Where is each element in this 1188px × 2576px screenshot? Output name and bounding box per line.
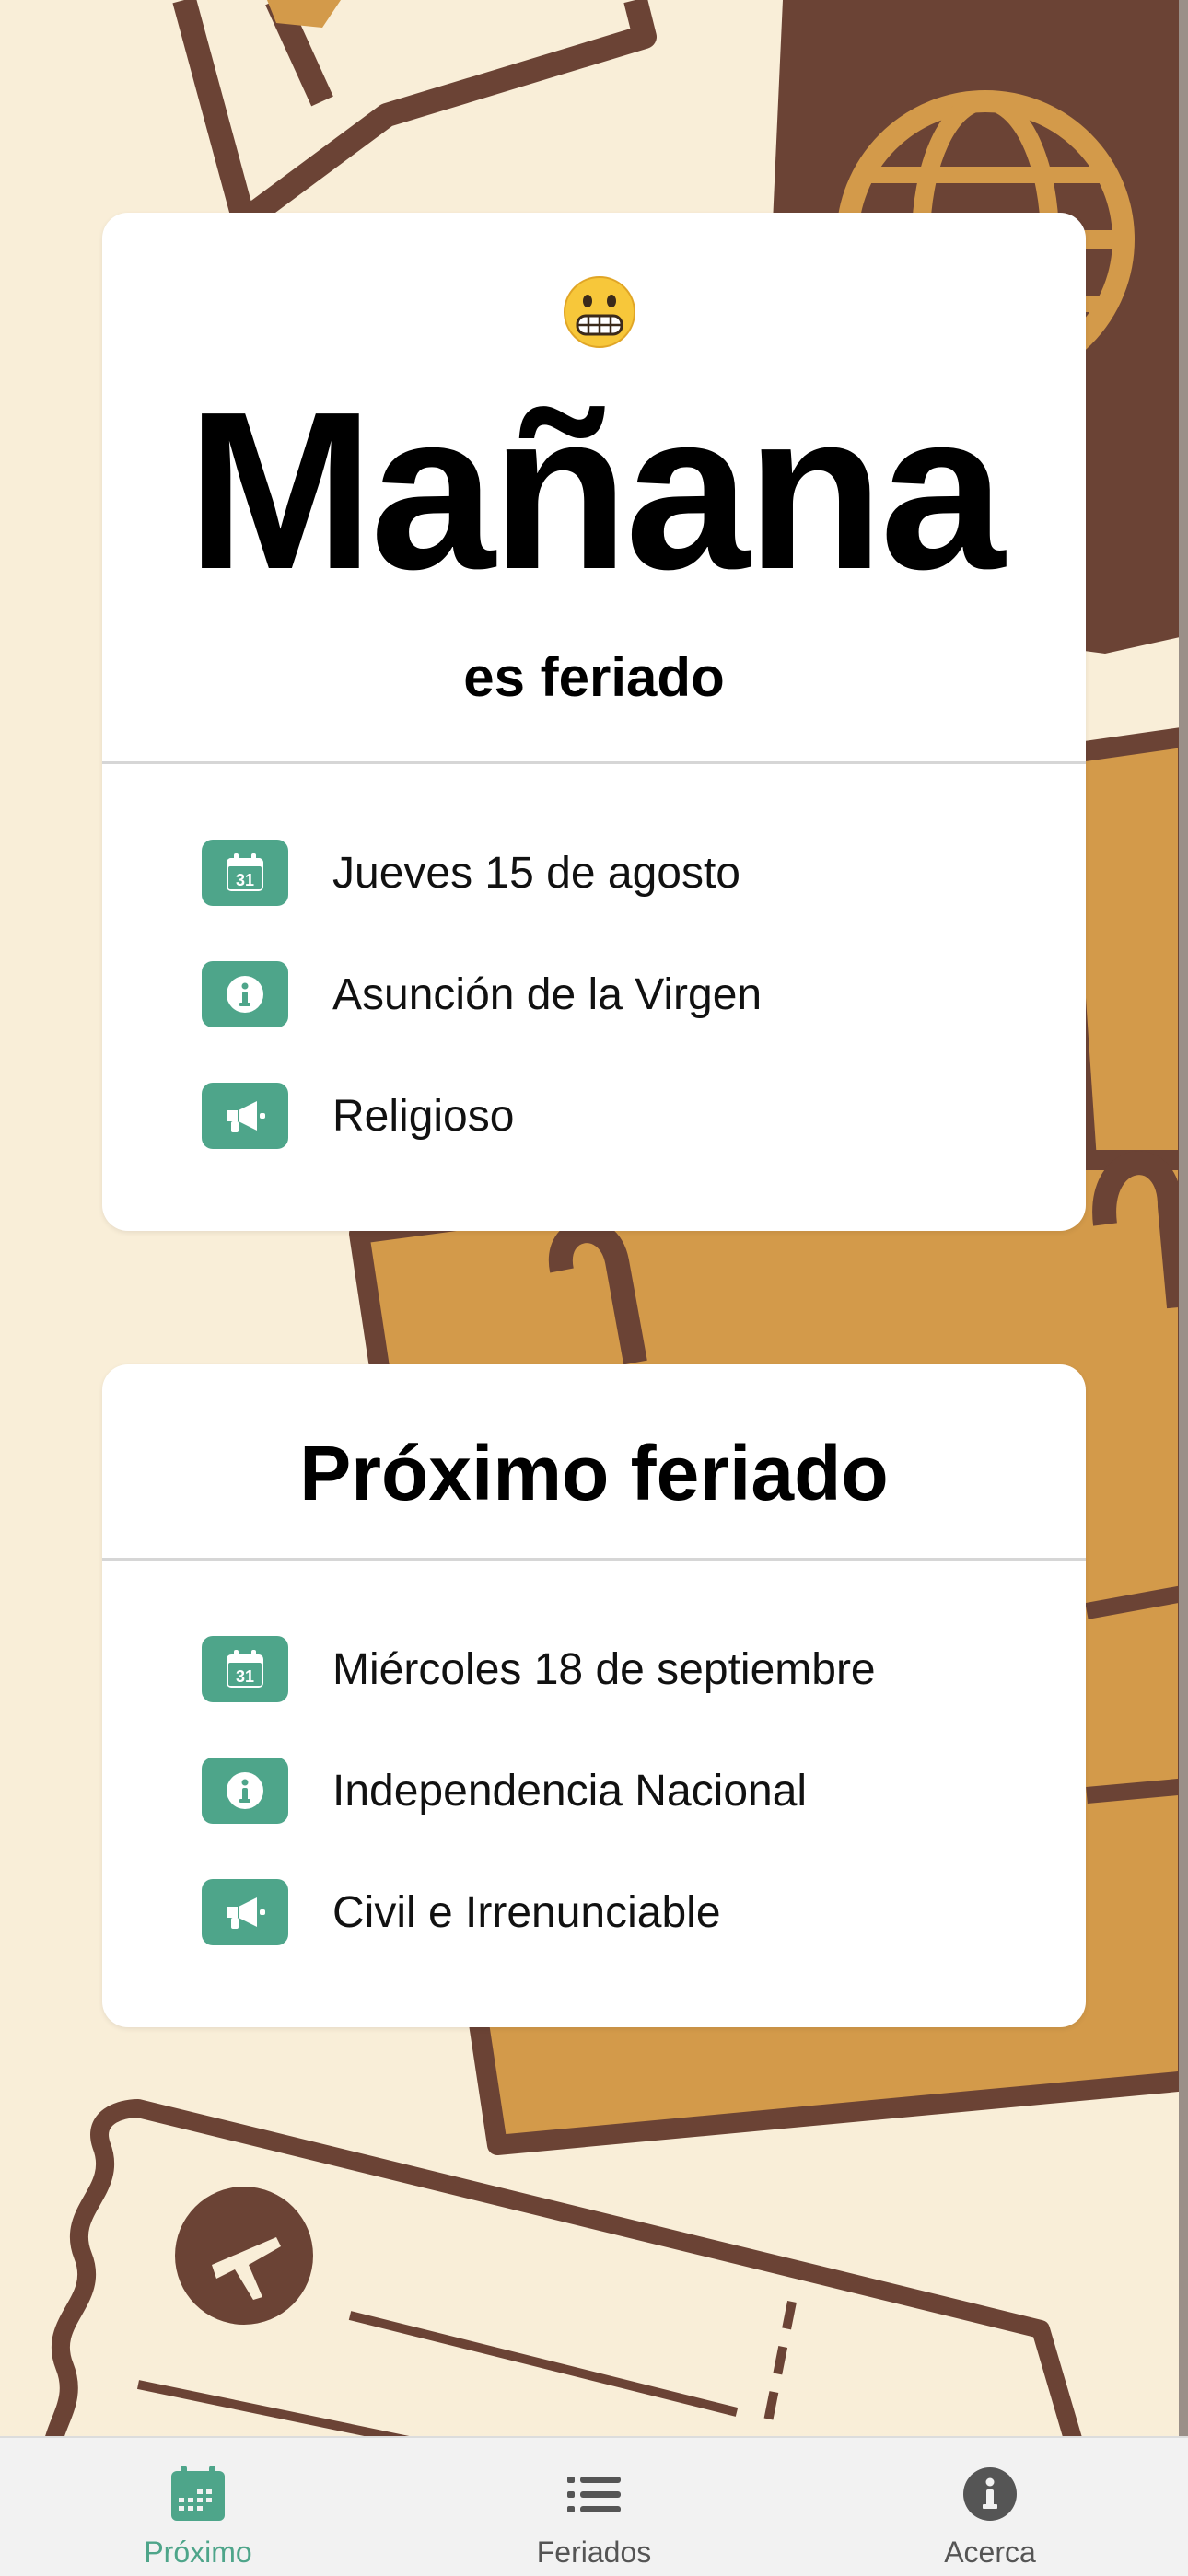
megaphone-icon (202, 1879, 288, 1945)
detail-row-name: Independencia Nacional (202, 1757, 807, 1825)
info-icon (202, 961, 288, 1027)
detail-row-type: Religioso (202, 1082, 514, 1150)
next-holiday-type: Civil e Irrenunciable (332, 1887, 721, 1937)
tab-label: Acerca (944, 2535, 1036, 2569)
holiday-date: Jueves 15 de agosto (332, 848, 740, 898)
divider (102, 761, 1086, 764)
list-icon (567, 2477, 621, 2512)
detail-row-date: 31 Miércoles 18 de septiembre (202, 1635, 876, 1703)
tab-label: Próximo (144, 2535, 252, 2569)
scroll-edge (1179, 0, 1188, 2436)
holiday-name: Asunción de la Virgen (332, 969, 763, 1019)
tab-acerca[interactable]: Acerca (792, 2438, 1188, 2576)
calendar-icon (171, 2466, 225, 2521)
divider (102, 1558, 1086, 1561)
grimacing-face-emoji-icon (564, 276, 635, 348)
detail-row-name: Asunción de la Virgen (202, 960, 762, 1028)
detail-row-type: Civil e Irrenunciable (202, 1878, 721, 1946)
tab-label: Feriados (536, 2535, 652, 2569)
calendar-day-number: 31 (236, 1667, 254, 1686)
calendar-day-number: 31 (236, 871, 254, 889)
next-holiday-card: Próximo feriado 31 Miércoles 18 de septi… (102, 1364, 1086, 2027)
tab-feriados[interactable]: Feriados (396, 2438, 792, 2576)
next-holiday-date: Miércoles 18 de septiembre (332, 1644, 876, 1694)
holiday-day-title: Mañana (186, 365, 1005, 616)
holiday-subtitle: es feriado (463, 646, 725, 708)
calendar-icon: 31 (202, 1636, 288, 1702)
tab-proximo[interactable]: Próximo (0, 2438, 396, 2576)
next-holiday-name: Independencia Nacional (332, 1766, 808, 1816)
megaphone-icon (202, 1083, 288, 1149)
detail-row-date: 31 Jueves 15 de agosto (202, 839, 740, 907)
holiday-type: Religioso (332, 1091, 515, 1141)
tab-bar: Próximo Feriados Acerca (0, 2436, 1188, 2576)
info-icon (963, 2467, 1017, 2521)
info-icon (202, 1758, 288, 1824)
next-holiday-title: Próximo feriado (299, 1430, 889, 1516)
calendar-icon: 31 (202, 840, 288, 906)
today-holiday-card: Mañana es feriado 31 Jueves 15 de agosto (102, 213, 1086, 1231)
